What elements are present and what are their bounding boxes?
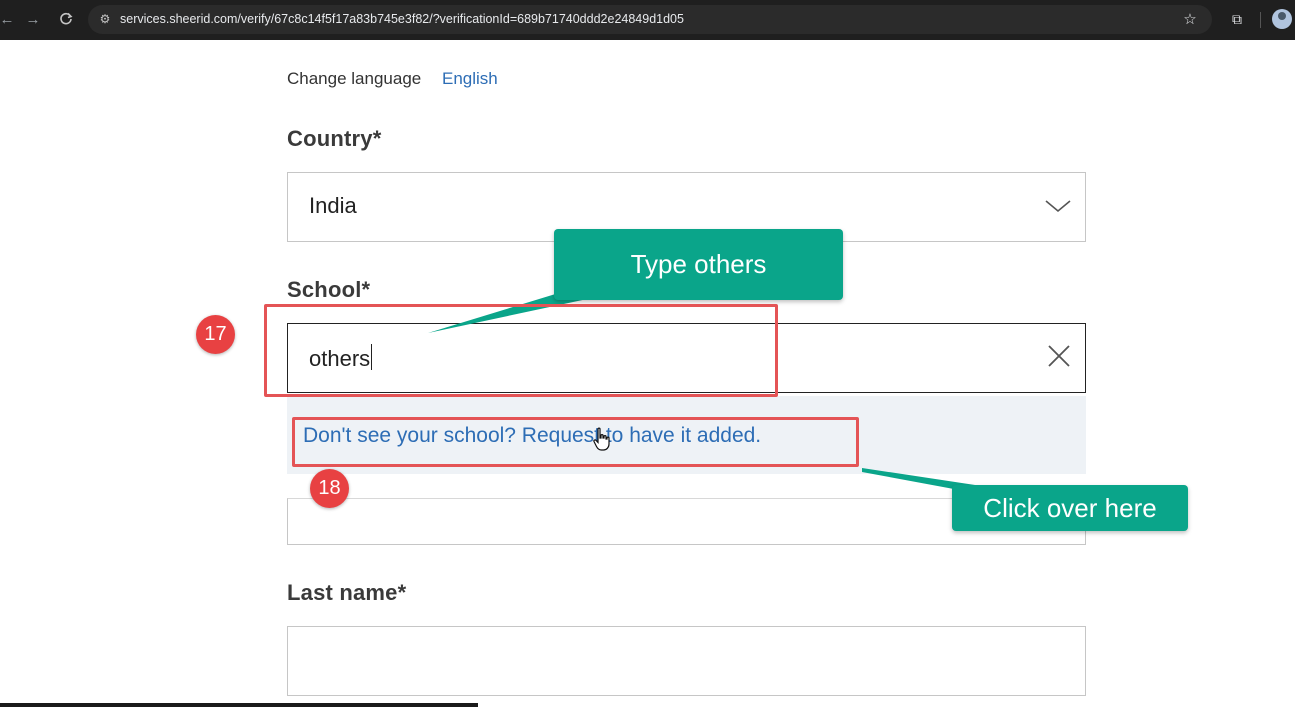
step-badge-17: 17 xyxy=(196,315,235,354)
toolbar-divider xyxy=(1260,12,1261,28)
last-name-input[interactable] xyxy=(287,626,1086,696)
highlight-request-link xyxy=(292,417,859,467)
step-badge-18: 18 xyxy=(310,469,349,508)
country-label: Country* xyxy=(287,126,382,151)
forward-icon[interactable]: → xyxy=(22,8,44,30)
url-text: services.sheerid.com/verify/67c8c14f5f17… xyxy=(120,12,684,26)
callout-click-here: Click over here xyxy=(952,485,1188,531)
extensions-icon[interactable]: ⧉ xyxy=(1227,9,1247,29)
star-icon[interactable]: ☆ xyxy=(1180,10,1200,30)
close-icon[interactable] xyxy=(1045,342,1073,370)
last-name-label: Last name* xyxy=(287,580,407,605)
change-language-label: Change language xyxy=(287,69,422,88)
address-bar[interactable]: ⚙ services.sheerid.com/verify/67c8c14f5f… xyxy=(88,5,1212,34)
profile-avatar[interactable] xyxy=(1272,9,1292,29)
highlight-school-input xyxy=(264,304,778,397)
school-label: School* xyxy=(287,277,371,302)
callout-type-others: Type others xyxy=(554,229,843,300)
site-settings-icon[interactable]: ⚙ xyxy=(98,12,112,26)
back-icon[interactable]: ← xyxy=(0,8,18,30)
bottom-progress-bar xyxy=(0,703,478,707)
chevron-down-icon xyxy=(1045,200,1071,213)
browser-toolbar: ← → ⚙ services.sheerid.com/verify/67c8c1… xyxy=(0,0,1295,40)
hand-cursor-icon xyxy=(593,427,610,451)
country-value: India xyxy=(309,193,357,218)
reload-icon[interactable] xyxy=(55,8,77,30)
page-content: Change language English Country* India S… xyxy=(0,40,1295,707)
language-link[interactable]: English xyxy=(442,69,498,89)
